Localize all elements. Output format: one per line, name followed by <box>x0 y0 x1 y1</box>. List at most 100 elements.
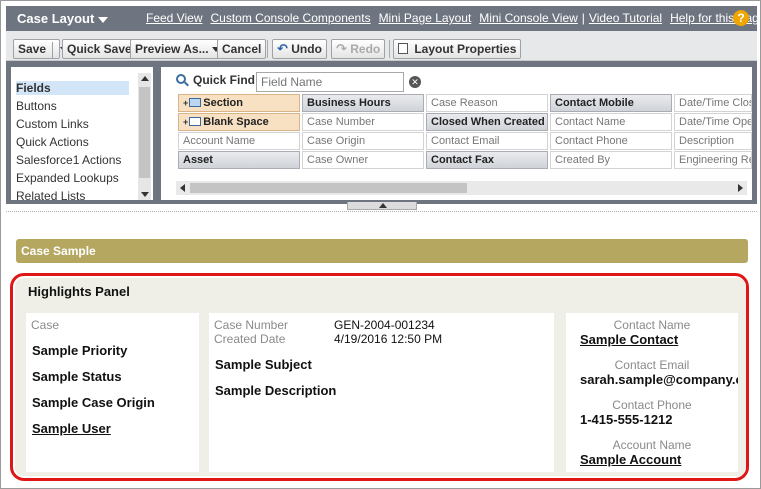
scroll-down-icon[interactable] <box>141 192 149 197</box>
palette-item[interactable]: Date/Time Opened <box>674 113 752 131</box>
palette-item[interactable]: Contact Fax <box>426 151 548 169</box>
account-name-label: Account Name <box>612 438 692 452</box>
section-icon <box>189 97 202 107</box>
palette-item[interactable]: Contact Phone <box>550 132 672 150</box>
case-number-value: GEN-2004-001234 <box>334 318 435 332</box>
column-header: Case <box>31 318 60 332</box>
highlights-column-3[interactable]: Contact Name Sample Contact Contact Emai… <box>566 313 738 472</box>
field-description: Sample Description <box>215 383 337 398</box>
clear-icon[interactable]: ✕ <box>409 76 421 88</box>
category-scrollbar[interactable] <box>138 73 151 200</box>
contact-phone-label: Contact Phone <box>612 398 692 412</box>
palette-item[interactable]: Account Name <box>178 132 300 150</box>
custom-console-components-link[interactable]: Custom Console Components <box>210 11 370 25</box>
highlights-column-2[interactable]: Case Number GEN-2004-001234 Created Date… <box>209 313 554 472</box>
header-links: Feed View Custom Console Components Mini… <box>146 11 760 25</box>
preview-as-label: Preview As... <box>135 42 209 56</box>
cancel-button[interactable]: Cancel <box>217 39 267 59</box>
field-status: Sample Status <box>32 369 122 384</box>
scroll-up-icon[interactable] <box>141 76 149 81</box>
created-date-label: Created Date <box>214 332 286 346</box>
mini-page-layout-link[interactable]: Mini Page Layout <box>379 11 472 25</box>
page-layout-editor: Case Layout Feed View Custom Console Com… <box>0 0 761 489</box>
layout-selector[interactable]: Case Layout <box>17 11 109 26</box>
scroll-thumb[interactable] <box>190 183 467 193</box>
highlights-panel-title: Highlights Panel <box>28 284 130 299</box>
category-salesforce1-actions[interactable]: Salesforce1 Actions <box>16 153 121 167</box>
field-priority: Sample Priority <box>32 343 128 358</box>
created-date-value: 4/19/2016 12:50 PM <box>334 332 443 346</box>
palette-item[interactable]: Contact Email <box>426 132 548 150</box>
quick-find-input[interactable] <box>256 72 404 92</box>
category-custom-links[interactable]: Custom Links <box>16 117 89 131</box>
palette-item-section[interactable]: + Section <box>178 94 300 112</box>
palette-item[interactable]: Case Owner <box>302 151 424 169</box>
palette-item[interactable]: Business Hours <box>302 94 424 112</box>
layout-title: Case Layout <box>17 11 95 26</box>
toolbar: Save Quick Save Preview As... Cancel ↶ U… <box>6 31 757 61</box>
contact-phone-value: 1-415-555-1212 <box>580 412 673 427</box>
chevron-down-icon <box>98 16 109 23</box>
account-name-link[interactable]: Sample Account <box>580 452 681 467</box>
palette-item[interactable]: Contact Mobile <box>550 94 672 112</box>
redo-button[interactable]: ↷ Redo <box>331 39 386 59</box>
search-icon <box>176 73 189 87</box>
plus-icon: + <box>183 98 189 108</box>
feed-view-link[interactable]: Feed View <box>146 11 202 25</box>
video-tutorial-link[interactable]: Video Tutorial <box>589 11 662 25</box>
quick-find: Quick Find <box>176 73 255 87</box>
field-user-link[interactable]: Sample User <box>32 421 111 436</box>
palette-item[interactable]: Case Origin <box>302 132 424 150</box>
category-buttons[interactable]: Buttons <box>16 99 57 113</box>
palette-horizontal-scrollbar[interactable] <box>176 181 747 195</box>
preview-as-button[interactable]: Preview As... <box>130 39 225 59</box>
field-case-origin: Sample Case Origin <box>32 395 155 410</box>
toolbar-separator <box>267 40 268 58</box>
palette-item[interactable]: Description <box>674 132 752 150</box>
layout-properties-button[interactable]: Layout Properties <box>393 39 522 59</box>
header-bar: Case Layout Feed View Custom Console Com… <box>6 6 760 31</box>
mini-console-view-link[interactable]: Mini Console View <box>479 11 578 25</box>
palette-collapse-handle[interactable] <box>347 202 417 210</box>
highlights-column-1[interactable]: Case Sample Priority Sample Status Sampl… <box>26 313 199 472</box>
palette-item[interactable]: Created By <box>550 151 672 169</box>
category-expanded-lookups[interactable]: Expanded Lookups <box>16 171 119 185</box>
category-fields[interactable]: Fields <box>16 81 129 95</box>
category-related-lists[interactable]: Related Lists <box>16 189 85 203</box>
palette-item-blank-space[interactable]: + Blank Space <box>178 113 300 131</box>
toolbar-separator <box>389 40 390 58</box>
quick-save-button[interactable]: Quick Save <box>62 39 137 59</box>
palette-item[interactable]: Case Reason <box>426 94 548 112</box>
undo-icon: ↶ <box>277 41 288 56</box>
chevron-up-icon <box>379 203 387 208</box>
palette-item[interactable]: Closed When Created <box>426 113 548 131</box>
blank-space-icon <box>189 116 202 126</box>
category-quick-actions[interactable]: Quick Actions <box>16 135 89 149</box>
contact-email-value: sarah.sample@company.com <box>580 372 738 387</box>
scroll-left-icon[interactable] <box>180 184 185 192</box>
scroll-right-icon[interactable] <box>738 184 743 192</box>
contact-email-label: Contact Email <box>614 358 690 372</box>
help-icon[interactable]: ? <box>733 10 749 26</box>
section-title: Case Sample <box>21 244 96 258</box>
palette-item[interactable]: Asset <box>178 151 300 169</box>
contact-name-link[interactable]: Sample Contact <box>580 332 678 347</box>
contact-name-label: Contact Name <box>613 318 691 332</box>
properties-icon <box>398 43 408 55</box>
palette: Fields Buttons Custom Links Quick Action… <box>6 61 757 204</box>
layout-properties-label: Layout Properties <box>414 42 517 56</box>
palette-item[interactable]: Case Number <box>302 113 424 131</box>
save-button[interactable]: Save <box>13 39 68 59</box>
undo-button[interactable]: ↶ Undo <box>272 39 327 59</box>
palette-item[interactable]: Engineering Req <box>674 151 752 169</box>
palette-item[interactable]: Date/Time Closed <box>674 94 752 112</box>
case-number-label: Case Number <box>214 318 289 332</box>
undo-label: Undo <box>291 42 322 56</box>
palette-category-list: Fields Buttons Custom Links Quick Action… <box>11 67 153 203</box>
divider <box>6 211 757 212</box>
quick-find-label: Quick Find <box>193 73 256 87</box>
scroll-thumb[interactable] <box>139 87 150 178</box>
palette-fields-area: Quick Find ✕ + Section Business Hours Cas… <box>161 67 752 200</box>
case-sample-section-header[interactable]: Case Sample <box>16 239 748 263</box>
palette-item[interactable]: Contact Name <box>550 113 672 131</box>
